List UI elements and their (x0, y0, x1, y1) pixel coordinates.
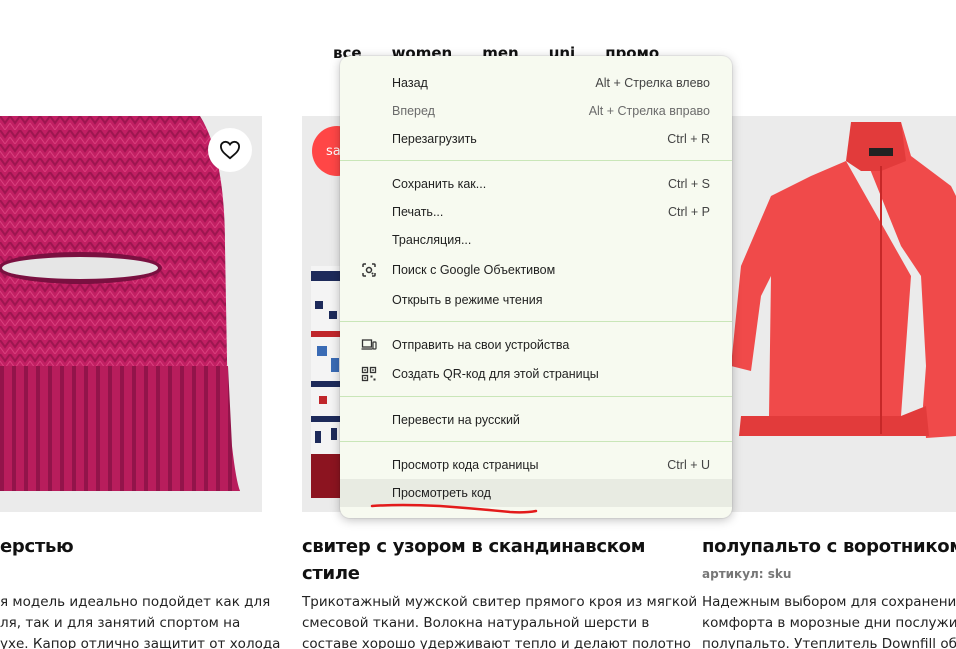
desc-line: я модель идеально подойдет как для (0, 594, 271, 610)
product-image-balaclava[interactable] (0, 116, 262, 512)
menu-separator (340, 396, 732, 397)
menu-item-label: Перезагрузить (392, 132, 477, 146)
desc-line: Надежным выбором для сохранения те (702, 594, 956, 610)
context-menu: Назад Alt + Стрелка влево Вперед Alt + С… (340, 56, 732, 518)
menu-item-send-to-devices[interactable]: Отправить на свои устройства (340, 331, 732, 359)
menu-item-shortcut: Ctrl + P (667, 205, 710, 219)
menu-item-shortcut: Alt + Стрелка вправо (588, 104, 710, 118)
menu-item-label: Открыть в режиме чтения (392, 293, 543, 307)
desc-line: ухе. Капор отлично защитит от холода (0, 636, 281, 649)
menu-separator (340, 441, 732, 442)
menu-item-reload[interactable]: Перезагрузить Ctrl + R (340, 125, 732, 153)
product-title-sweater[interactable]: свитер с узором в скандинавском стиле (302, 533, 645, 587)
menu-item-label: Назад (392, 76, 428, 90)
menu-item-qr-code[interactable]: Создать QR-код для этой страницы (340, 360, 732, 388)
favorite-button[interactable] (208, 128, 252, 172)
menu-item-shortcut: Alt + Стрелка влево (595, 76, 710, 90)
menu-item-label: Печать... (392, 205, 444, 219)
product-title-balaclava[interactable]: ерстью (0, 533, 74, 560)
desc-line: смесовой ткани. Волокна натуральной шерс… (302, 615, 650, 631)
desc-line: Трикотажный мужской свитер прямого кроя … (302, 594, 698, 610)
menu-item-label: Создать QR-код для этой страницы (392, 367, 599, 381)
product-desc-balaclava: я модель идеально подойдет как для ля, т… (0, 592, 280, 649)
menu-item-label: Отправить на свои устройства (392, 338, 570, 352)
menu-separator (340, 160, 732, 161)
desc-line: составе хорошо удерживают тепло и делают… (302, 636, 691, 649)
desc-line: комфорта в морозные дни послужит ут (702, 615, 956, 631)
menu-item-reading-mode[interactable]: Открыть в режиме чтения (340, 286, 732, 314)
menu-item-google-lens[interactable]: Поиск с Google Объективом (340, 256, 732, 284)
menu-item-shortcut: Ctrl + S (667, 177, 710, 191)
desc-line: ля, так и для занятий спортом на (0, 615, 241, 631)
menu-item-back[interactable]: Назад Alt + Стрелка влево (340, 69, 732, 97)
menu-item-label: Трансляция... (392, 233, 472, 247)
menu-item-cast[interactable]: Трансляция... (340, 226, 732, 254)
menu-item-label: Поиск с Google Объективом (392, 263, 556, 277)
menu-item-label: Сохранить как... (392, 177, 487, 191)
annotation-underline (370, 503, 538, 514)
heart-icon (219, 140, 241, 160)
product-image-jacket[interactable] (701, 116, 956, 512)
desc-line: полупальто. Утеплитель Downfill обладі (702, 636, 956, 649)
menu-item-forward[interactable]: Вперед Alt + Стрелка вправо (340, 97, 732, 125)
title-line: стиле (302, 563, 360, 584)
menu-item-label: Перевести на русский (392, 413, 520, 427)
google-lens-icon (362, 263, 376, 277)
balaclava-image (0, 116, 240, 491)
menu-item-view-source[interactable]: Просмотр кода страницы Ctrl + U (340, 451, 732, 479)
product-title-jacket[interactable]: полупальто с воротником с (702, 533, 956, 560)
product-sku: артикул: sku (702, 567, 792, 581)
menu-separator (340, 321, 732, 322)
menu-item-translate[interactable]: Перевести на русский (340, 406, 732, 434)
menu-item-label: Вперед (392, 104, 435, 118)
menu-item-print[interactable]: Печать... Ctrl + P (340, 198, 732, 226)
menu-item-label: Просмотреть код (392, 486, 491, 500)
menu-item-shortcut: Ctrl + R (667, 132, 710, 146)
devices-icon (361, 339, 377, 350)
qr-code-icon (361, 366, 377, 382)
title-line: свитер с узором в скандинавском (302, 536, 646, 557)
menu-item-label: Просмотр кода страницы (392, 458, 539, 472)
red-jacket-image (731, 122, 956, 438)
menu-item-save-as[interactable]: Сохранить как... Ctrl + S (340, 170, 732, 198)
product-desc-jacket: Надежным выбором для сохранения те комфо… (702, 592, 956, 649)
product-desc-sweater: Трикотажный мужской свитер прямого кроя … (302, 592, 697, 649)
menu-item-shortcut: Ctrl + U (667, 458, 710, 472)
